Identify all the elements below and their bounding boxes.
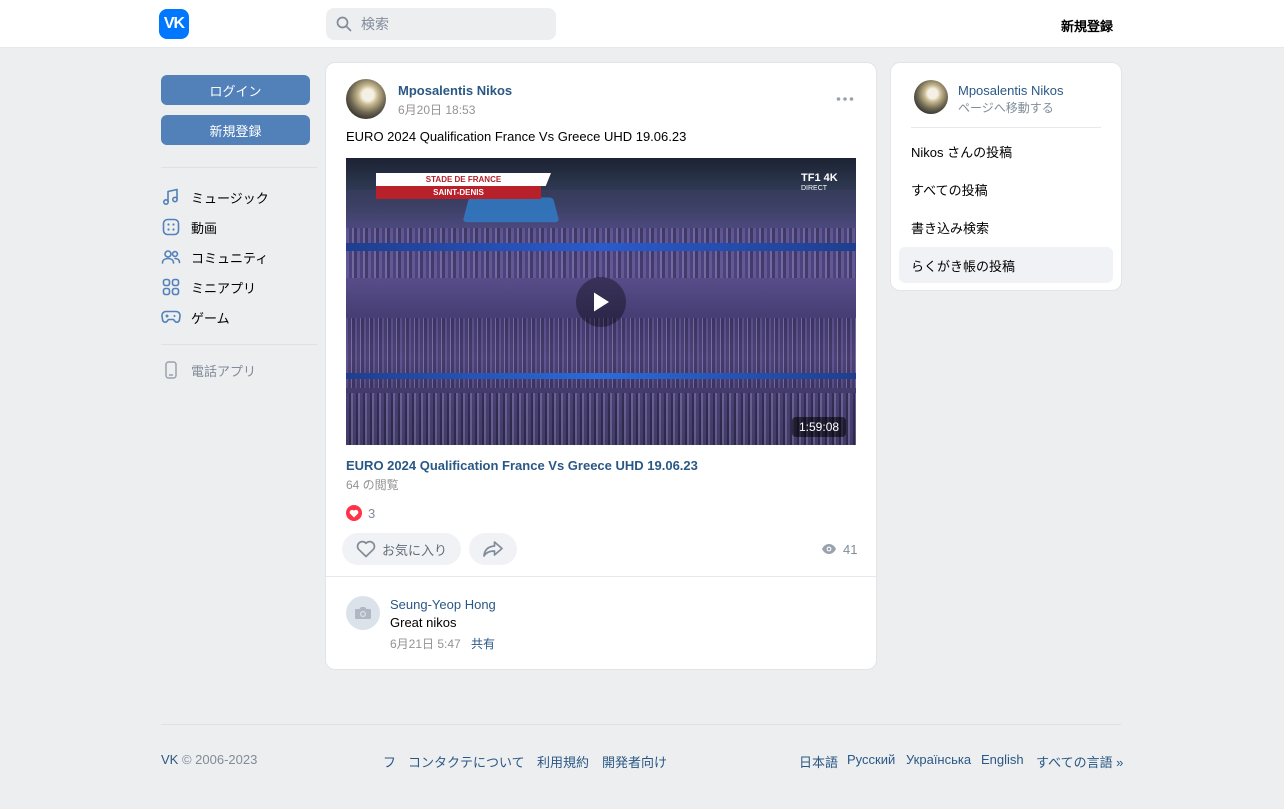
menu-item-all-posts[interactable]: すべての投稿 [899, 171, 1113, 207]
sidebar-item-label: ゲーム [191, 310, 230, 326]
share-button[interactable] [469, 533, 517, 565]
search-input[interactable] [326, 8, 556, 40]
heart-outline-icon [356, 539, 376, 559]
channel-sub: DIRECT [801, 185, 828, 192]
like-button[interactable]: お気に入り [342, 533, 461, 565]
play-icon [594, 292, 609, 312]
footer-link-terms[interactable]: 利用規約 [537, 752, 589, 771]
video-player[interactable]: STADE DE FRANCE SAINT-DENIS TF1 4K DIREC… [346, 158, 856, 445]
footer-divider [161, 724, 1121, 725]
wall-post: Mposalentis Nikos 6月20日 18:53 EURO 2024 … [325, 62, 877, 670]
profile-menu-card: Mposalentis Nikos ページへ移動する Nikos さんの投稿 す… [890, 62, 1122, 291]
language-all[interactable]: すべての言語 » [1036, 752, 1123, 771]
comment-author-avatar[interactable] [346, 596, 380, 630]
sidebar-item-label: 電話アプリ [191, 363, 257, 379]
sidebar-item-video[interactable]: 動画 [161, 213, 317, 241]
sidebar-item-mini-apps[interactable]: ミニアプリ [161, 273, 317, 301]
channel-name: TF1 4K [801, 172, 838, 184]
footer-link-developers[interactable]: 開発者向け [602, 752, 667, 771]
comments-divider [326, 576, 876, 577]
video-frame-crowd [346, 228, 856, 278]
profile-avatar[interactable] [914, 80, 948, 114]
register-button[interactable]: 新規登録 [161, 115, 310, 145]
reactions-count: 3 [368, 505, 376, 521]
video-duration: 1:59:08 [792, 417, 847, 437]
sidebar-item-games[interactable]: ゲーム [161, 303, 317, 331]
views-counter: 41 [821, 541, 857, 557]
mini-apps-icon [161, 277, 181, 297]
language-japanese[interactable]: 日本語 [799, 752, 838, 771]
camera-icon [355, 607, 371, 619]
sidebar-item-label: ミュージック [191, 190, 269, 206]
play-button[interactable] [576, 277, 626, 327]
music-icon [161, 187, 181, 207]
header-register-link[interactable]: 新規登録 [1061, 16, 1113, 35]
language-russian[interactable]: Русский [847, 752, 895, 767]
menu-item-graffiti-posts[interactable]: らくがき帳の投稿 [899, 247, 1113, 283]
menu-item-nikos-posts[interactable]: Nikos さんの投稿 [899, 133, 1113, 169]
community-icon [161, 247, 181, 267]
profile-menu-divider [911, 127, 1101, 128]
location-overlay-top: STADE DE FRANCE [376, 173, 551, 186]
top-header: VK 新規登録 [0, 0, 1284, 48]
language-ukrainian[interactable]: Українська [906, 752, 971, 767]
location-overlay: STADE DE FRANCE SAINT-DENIS [376, 173, 551, 199]
sidebar-item-label: 動画 [191, 220, 218, 236]
sidebar-divider [161, 344, 317, 345]
video-frame-adboard [346, 243, 856, 251]
sidebar-item-phone-app[interactable]: 電話アプリ [161, 356, 317, 384]
comment-text: Great nikos [390, 615, 457, 630]
search-box[interactable] [326, 8, 556, 40]
post-author-name[interactable]: Mposalentis Nikos [398, 83, 512, 98]
views-count: 41 [843, 541, 858, 557]
video-frame-pitch [462, 197, 560, 223]
footer-copyright-text: © 2006-2023 [181, 752, 258, 767]
video-frame-crowd [346, 393, 856, 445]
like-button-label: お気に入り [382, 542, 448, 558]
footer-link-about[interactable]: コンタクテについて [408, 752, 525, 771]
more-options-icon[interactable] [835, 91, 855, 107]
search-icon [336, 16, 352, 32]
sidebar-divider [161, 167, 317, 168]
post-date[interactable]: 6月20日 18:53 [398, 101, 475, 118]
post-text: EURO 2024 Qualification France Vs Greece… [346, 129, 687, 144]
location-overlay-bottom: SAINT-DENIS [376, 186, 541, 199]
reactions-summary[interactable]: 3 [346, 505, 375, 521]
video-views: 64 の閲覧 [346, 478, 399, 492]
video-icon [161, 217, 181, 237]
login-button[interactable]: ログイン [161, 75, 310, 105]
go-to-page-link[interactable]: ページへ移動する [958, 99, 1054, 116]
comment-share-link[interactable]: 共有 [471, 635, 495, 652]
phone-icon [161, 360, 181, 380]
footer-copyright: VK © 2006-2023 [161, 752, 257, 767]
share-icon [483, 541, 503, 557]
vk-logo[interactable]: VK [159, 9, 189, 39]
profile-name-link[interactable]: Mposalentis Nikos [958, 83, 1064, 98]
sidebar-item-community[interactable]: コミュニティ [161, 243, 317, 271]
menu-item-search-posts[interactable]: 書き込み検索 [899, 209, 1113, 245]
language-english[interactable]: English [981, 752, 1024, 767]
heart-icon [346, 505, 362, 521]
sidebar-item-label: ミニアプリ [191, 280, 257, 296]
comment-date[interactable]: 6月21日 5:47 [390, 635, 461, 652]
channel-logo: TF1 4K DIRECT [801, 172, 841, 194]
footer-link-blog[interactable]: フ [383, 752, 396, 771]
video-title-link[interactable]: EURO 2024 Qualification France Vs Greece… [346, 458, 698, 473]
footer-brand-link[interactable]: VK [161, 752, 178, 767]
post-author-avatar[interactable] [346, 79, 386, 119]
sidebar-item-music[interactable]: ミュージック [161, 183, 317, 211]
gamepad-icon [161, 307, 181, 327]
sidebar-item-label: コミュニティ [191, 250, 269, 266]
eye-icon [821, 541, 837, 557]
comment-author-name[interactable]: Seung-Yeop Hong [390, 597, 496, 612]
video-frame-adboard [346, 373, 856, 379]
